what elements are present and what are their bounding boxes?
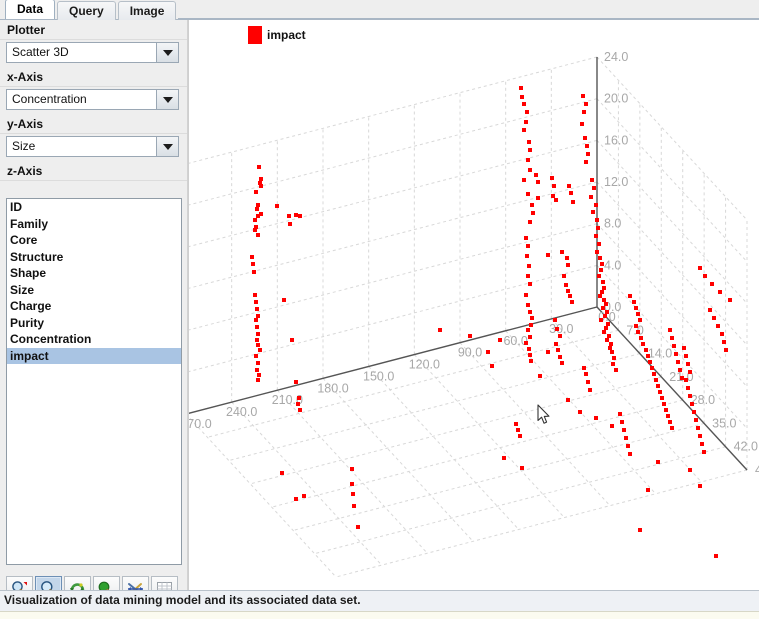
tab-query-label: Query <box>69 4 104 18</box>
bottom-strip <box>0 611 759 619</box>
list-item[interactable]: Purity <box>7 315 181 332</box>
svg-text:270.0: 270.0 <box>189 417 212 431</box>
list-item-label: ID <box>10 200 22 214</box>
svg-text:120.0: 120.0 <box>409 358 440 372</box>
svg-text:150.0: 150.0 <box>363 369 394 383</box>
chevron-down-icon[interactable] <box>156 43 178 62</box>
plotter-select[interactable]: Scatter 3D <box>6 42 179 63</box>
tab-data-label: Data <box>17 2 44 16</box>
list-item[interactable]: Concentration <box>7 331 181 348</box>
svg-text:42.0: 42.0 <box>734 440 758 454</box>
svg-text:180.0: 180.0 <box>317 381 348 395</box>
list-item[interactable]: Family <box>7 216 181 233</box>
list-item[interactable]: ID <box>7 199 181 216</box>
z-axis-label: z-Axis <box>0 161 187 181</box>
plotter-select-value: Scatter 3D <box>7 43 156 62</box>
list-item-label: impact <box>10 348 49 363</box>
y-axis-label: y-Axis <box>0 114 187 134</box>
svg-text:90.0: 90.0 <box>458 346 482 360</box>
tab-query[interactable]: Query <box>57 1 116 20</box>
list-item[interactable]: Structure <box>7 249 181 266</box>
scatter-3d-plot[interactable]: 270.0240.0210.0180.0150.0120.090.060.030… <box>189 20 759 590</box>
tab-data[interactable]: Data <box>5 0 56 19</box>
svg-text:24.0: 24.0 <box>604 50 628 64</box>
x-axis-select[interactable]: Concentration <box>6 89 179 110</box>
x-axis-label: x-Axis <box>0 67 187 87</box>
status-bar: Visualization of data mining model and i… <box>0 590 759 611</box>
list-item[interactable]: Charge <box>7 298 181 315</box>
svg-text:49.0: 49.0 <box>755 463 759 477</box>
plotter-label: Plotter <box>0 20 187 40</box>
svg-text:12.0: 12.0 <box>604 175 628 189</box>
tab-bar-filler <box>178 0 759 19</box>
tab-image[interactable]: Image <box>117 1 177 20</box>
list-item-label: Family <box>10 216 49 231</box>
x-axis-select-value: Concentration <box>7 90 156 109</box>
svg-text:4.0: 4.0 <box>604 258 621 272</box>
list-item-label: Purity <box>10 315 45 330</box>
list-item-label: Structure <box>10 249 64 264</box>
z-axis-attribute-list[interactable]: ID Family Core Structure Shape Size Char… <box>6 198 182 565</box>
tab-bar: Data Query Image <box>0 0 759 20</box>
plot-canvas[interactable]: 270.0240.0210.0180.0150.0120.090.060.030… <box>189 20 759 590</box>
status-text: Visualization of data mining model and i… <box>4 593 361 607</box>
list-item-label: Shape <box>10 266 47 280</box>
list-item-selected[interactable]: impact <box>7 347 181 364</box>
legend-swatch-impact <box>248 26 262 44</box>
list-item-label: Size <box>10 282 35 297</box>
list-item[interactable]: Shape <box>7 265 181 282</box>
list-item[interactable]: Core <box>7 232 181 249</box>
chart-legend: impact <box>248 26 306 44</box>
svg-text:14.0: 14.0 <box>648 347 672 361</box>
list-item-label: Charge <box>10 299 52 313</box>
application-window: Data Query Image Plotter Scatter 3D x-Ax… <box>0 0 759 619</box>
svg-text:60.0: 60.0 <box>503 334 527 348</box>
y-axis-select-value: Size <box>7 137 156 156</box>
tab-image-label: Image <box>129 4 165 18</box>
chevron-down-icon[interactable] <box>156 137 178 156</box>
y-axis-select[interactable]: Size <box>6 136 179 157</box>
chevron-down-icon[interactable] <box>156 90 178 109</box>
list-item-label: Concentration <box>10 332 92 346</box>
svg-text:20.0: 20.0 <box>604 92 628 106</box>
svg-text:30.0: 30.0 <box>549 322 573 336</box>
legend-label-impact: impact <box>267 28 306 42</box>
svg-text:35.0: 35.0 <box>712 416 736 430</box>
svg-text:8.0: 8.0 <box>604 217 621 231</box>
list-item-label: Core <box>10 233 38 247</box>
controls-panel: Plotter Scatter 3D x-Axis Concentration … <box>0 20 188 602</box>
svg-text:16.0: 16.0 <box>604 133 628 147</box>
list-item[interactable]: Size <box>7 282 181 299</box>
data-points <box>250 86 732 558</box>
svg-text:240.0: 240.0 <box>226 405 257 419</box>
svg-text:28.0: 28.0 <box>691 393 715 407</box>
